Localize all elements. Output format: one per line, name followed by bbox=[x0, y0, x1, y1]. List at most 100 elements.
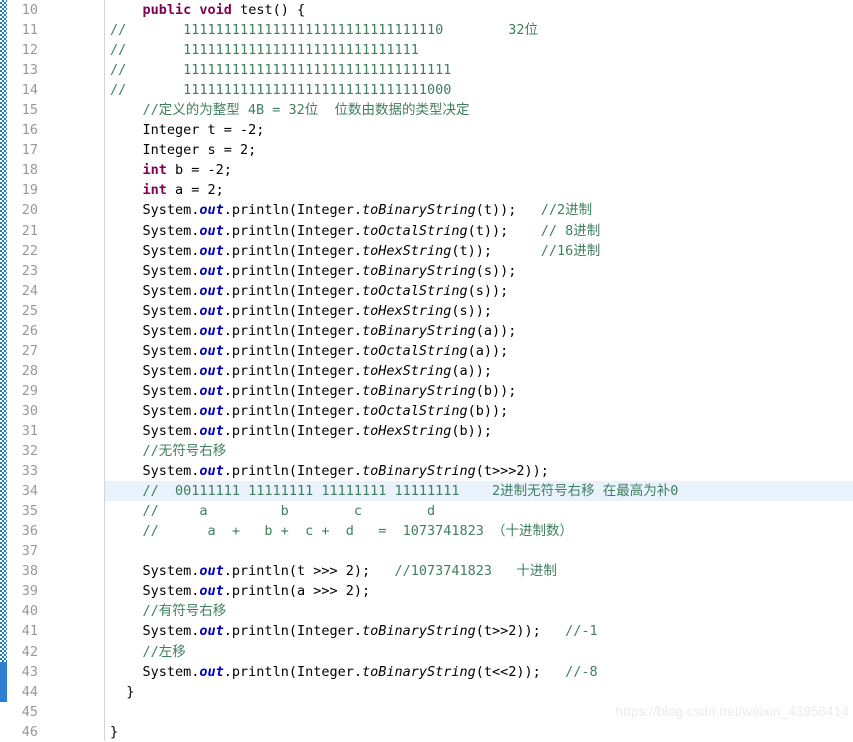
code-token-plain: (a)); bbox=[467, 342, 509, 359]
code-token-plain: test() { bbox=[240, 2, 306, 18]
code-token-field: out bbox=[199, 302, 224, 319]
line-number[interactable]: 41 bbox=[0, 621, 104, 641]
code-line[interactable]: System.out.println(t >>> 2); //107374182… bbox=[105, 561, 853, 581]
line-number[interactable]: 18 bbox=[0, 160, 104, 180]
code-line[interactable]: } bbox=[105, 722, 853, 742]
line-number[interactable]: 36 bbox=[0, 521, 104, 541]
line-number[interactable]: 40 bbox=[0, 601, 104, 621]
code-token-cmt: // 8进制 bbox=[540, 222, 601, 239]
line-number[interactable]: 45 bbox=[0, 702, 104, 722]
code-line[interactable]: System.out.println(Integer.toOctalString… bbox=[105, 341, 853, 361]
code-line[interactable]: //无符号右移 bbox=[105, 441, 853, 461]
line-number[interactable]: 38 bbox=[0, 561, 104, 581]
code-line[interactable]: //左移 bbox=[105, 642, 853, 662]
code-token-plain: .println(t >>> 2); bbox=[223, 563, 395, 580]
code-line[interactable]: System.out.println(Integer.toOctalString… bbox=[105, 221, 853, 241]
code-line[interactable]: System.out.println(Integer.toBinaryStrin… bbox=[105, 461, 853, 481]
code-token-kw: int bbox=[142, 182, 167, 199]
line-number[interactable]: 16 bbox=[0, 120, 104, 140]
line-number[interactable]: 17 bbox=[0, 140, 104, 160]
code-line[interactable]: int b = -2; bbox=[105, 160, 853, 180]
code-line[interactable]: System.out.println(Integer.toHexString(b… bbox=[105, 421, 853, 441]
code-line[interactable]: Integer s = 2; bbox=[105, 140, 853, 160]
code-token-plain: .println(Integer. bbox=[223, 202, 362, 219]
code-line[interactable]: Integer t = -2; bbox=[105, 120, 853, 140]
line-number[interactable]: 27 bbox=[0, 341, 104, 361]
code-line[interactable]: System.out.println(a >>> 2); bbox=[105, 581, 853, 601]
code-line[interactable]: public void test() { bbox=[105, 0, 853, 20]
line-number[interactable]: 30 bbox=[0, 401, 104, 421]
code-line[interactable]: System.out.println(Integer.toBinaryStrin… bbox=[105, 321, 853, 341]
line-number[interactable]: 25 bbox=[0, 301, 104, 321]
line-number-gutter[interactable]: 10 11 12 13 14 15 16 17 18 19 20 21 22 23 24 25 26 27 28 29… bbox=[0, 0, 105, 741]
line-number[interactable]: 28 bbox=[0, 361, 104, 381]
line-number[interactable]: 35 bbox=[0, 501, 104, 521]
code-line[interactable]: System.out.println(Integer.toHexString(a… bbox=[105, 361, 853, 381]
code-line[interactable]: int a = 2; bbox=[105, 180, 853, 200]
code-token-cmt: //1073741823 十进制 bbox=[394, 563, 557, 580]
code-line[interactable]: //定义的为整型 4B = 32位 位数由数据的类型决定 bbox=[105, 100, 853, 120]
code-token-plain: System. bbox=[110, 242, 200, 259]
line-number[interactable]: 37 bbox=[0, 541, 104, 561]
line-number[interactable]: 43 bbox=[0, 662, 104, 682]
line-number[interactable]: 42 bbox=[0, 642, 104, 662]
line-number[interactable]: 22 bbox=[0, 241, 104, 261]
line-number[interactable]: 24 bbox=[0, 281, 104, 301]
code-token-cmt: // a + b + c + d = 1073741823 （十进制数） bbox=[142, 523, 574, 540]
code-token-plain: System. bbox=[110, 402, 200, 419]
line-number[interactable]: 34 bbox=[0, 481, 104, 501]
change-marker-solid-segment bbox=[0, 661, 7, 702]
line-number[interactable]: 29 bbox=[0, 381, 104, 401]
code-token-plain: (s)); bbox=[451, 302, 493, 319]
code-line[interactable] bbox=[105, 541, 853, 561]
code-line[interactable]: System.out.println(Integer.toHexString(s… bbox=[105, 301, 853, 321]
code-token-plain: .println(Integer. bbox=[223, 262, 362, 279]
line-number[interactable]: 33 bbox=[0, 461, 104, 481]
line-number[interactable]: 32 bbox=[0, 441, 104, 461]
code-token-cmt: //2进制 bbox=[540, 202, 593, 219]
code-line[interactable]: System.out.println(Integer.toHexString(t… bbox=[105, 241, 853, 261]
line-number[interactable]: 26 bbox=[0, 321, 104, 341]
line-number[interactable]: 11 bbox=[0, 20, 104, 40]
code-line-highlighted[interactable]: // 00111111 11111111 11111111 11111111 2… bbox=[105, 481, 853, 502]
line-number[interactable]: 31 bbox=[0, 421, 104, 441]
line-number[interactable]: 19 bbox=[0, 180, 104, 200]
code-line[interactable] bbox=[105, 702, 853, 722]
code-content-area[interactable]: public void test() {// 11111111111111111… bbox=[105, 0, 853, 741]
code-line[interactable]: // 111111111111111111111111111111111 bbox=[105, 60, 853, 80]
code-token-plain: System. bbox=[110, 262, 200, 279]
code-line[interactable]: // a + b + c + d = 1073741823 （十进制数） bbox=[105, 521, 853, 541]
code-line[interactable]: System.out.println(Integer.toBinaryStrin… bbox=[105, 200, 853, 220]
line-number[interactable]: 12 bbox=[0, 40, 104, 60]
line-number[interactable]: 15 bbox=[0, 100, 104, 120]
line-number[interactable]: 39 bbox=[0, 581, 104, 601]
code-editor[interactable]: 10 11 12 13 14 15 16 17 18 19 20 21 22 23 24 25 26 27 28 29… bbox=[0, 0, 853, 741]
code-line[interactable]: System.out.println(Integer.toOctalString… bbox=[105, 281, 853, 301]
line-number[interactable]: 20 bbox=[0, 200, 104, 220]
code-line[interactable]: System.out.println(Integer.toBinaryStrin… bbox=[105, 381, 853, 401]
line-number[interactable]: 13 bbox=[0, 60, 104, 80]
code-line[interactable]: System.out.println(Integer.toBinaryStrin… bbox=[105, 621, 853, 641]
line-number[interactable]: 23 bbox=[0, 261, 104, 281]
line-number[interactable]: 10 bbox=[0, 0, 104, 20]
code-line[interactable]: // a b c d bbox=[105, 501, 853, 521]
code-line[interactable]: // 111111111111111111111111111111000 bbox=[105, 80, 853, 100]
code-line[interactable]: // 11111111111111111111111111111 bbox=[105, 40, 853, 60]
code-line[interactable]: // 11111111111111111111111111111110 32位 bbox=[105, 20, 853, 40]
line-number[interactable]: 46 bbox=[0, 722, 104, 742]
line-number[interactable]: 14 bbox=[0, 80, 104, 100]
code-token-static: toHexString bbox=[361, 302, 452, 319]
code-line[interactable]: //有符号右移 bbox=[105, 601, 853, 621]
code-token-plain: .println(Integer. bbox=[223, 663, 362, 680]
line-number[interactable]: 21 bbox=[0, 221, 104, 241]
code-token-static: toOctalString bbox=[361, 282, 468, 299]
code-token-cmt: //-1 bbox=[565, 623, 598, 640]
code-line[interactable]: System.out.println(Integer.toBinaryStrin… bbox=[105, 662, 853, 682]
line-number[interactable]: 44 bbox=[0, 682, 104, 702]
code-line[interactable]: } bbox=[105, 682, 853, 702]
code-line[interactable]: System.out.println(Integer.toBinaryStrin… bbox=[105, 261, 853, 281]
code-token-plain: .println(Integer. bbox=[223, 242, 362, 259]
code-token-plain: (t)); bbox=[475, 202, 541, 219]
code-line[interactable]: System.out.println(Integer.toOctalString… bbox=[105, 401, 853, 421]
